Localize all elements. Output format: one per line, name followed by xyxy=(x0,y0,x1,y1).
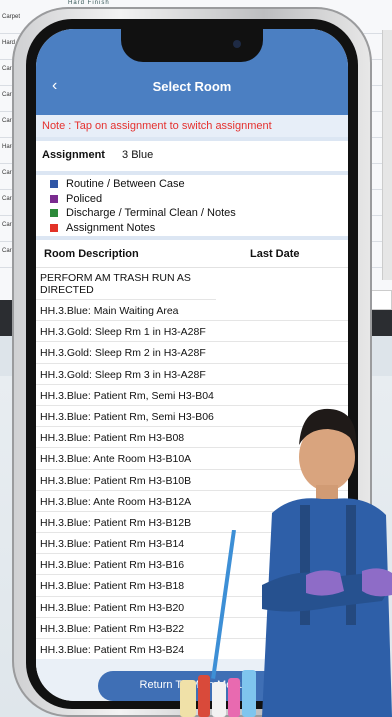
legend-item: Assignment Notes xyxy=(50,221,340,236)
background-top-text: Hard Finish xyxy=(68,0,110,6)
room-row[interactable]: HH.3.Gold: Sleep Rm 1 in H3-A28F xyxy=(36,321,348,343)
room-row[interactable]: HH.3.Gold: Sleep Rm 3 in H3-A28F xyxy=(36,364,348,385)
legend-item: Routine / Between Case xyxy=(50,177,340,192)
janitor-worker-illustration xyxy=(262,408,392,717)
legend-label: Discharge / Terminal Clean / Notes xyxy=(66,207,236,220)
table-header: Room Description Last Date xyxy=(36,240,348,268)
room-row[interactable]: HH.3.Blue: Main Waiting Area xyxy=(36,300,348,322)
room-row[interactable]: PERFORM AM TRASH RUN AS DIRECTED xyxy=(36,268,216,300)
legend-swatch-icon xyxy=(50,209,58,218)
legend-swatch-icon xyxy=(50,223,58,232)
note-text: Note : Tap on assignment to switch assig… xyxy=(36,115,348,137)
legend-item: Discharge / Terminal Clean / Notes xyxy=(50,206,340,221)
legend-label: Assignment Notes xyxy=(66,221,156,234)
background-scrollbar xyxy=(382,30,392,280)
camera-icon xyxy=(233,40,241,48)
assignment-value: 3 Blue xyxy=(122,149,154,161)
legend: Routine / Between Case Policed Discharge /… xyxy=(50,177,340,235)
legend-swatch-icon xyxy=(50,194,58,203)
assignment-selector[interactable]: Assignment 3 Blue xyxy=(36,141,348,171)
page-title: Select Room xyxy=(152,79,232,94)
legend-label: Routine / Between Case xyxy=(66,178,185,191)
legend-item: Policed xyxy=(50,192,340,207)
column-room-description: Room Description xyxy=(44,248,139,260)
phone-notch xyxy=(121,29,263,62)
column-last-date: Last Date xyxy=(250,248,300,260)
legend-swatch-icon xyxy=(50,180,58,189)
cleaning-supplies-icon xyxy=(180,530,256,717)
legend-label: Policed xyxy=(66,192,103,205)
room-row[interactable]: HH.3.Gold: Sleep Rm 2 in H3-A28F xyxy=(36,342,348,364)
assignment-label: Assignment xyxy=(42,149,105,161)
divider xyxy=(36,171,348,175)
